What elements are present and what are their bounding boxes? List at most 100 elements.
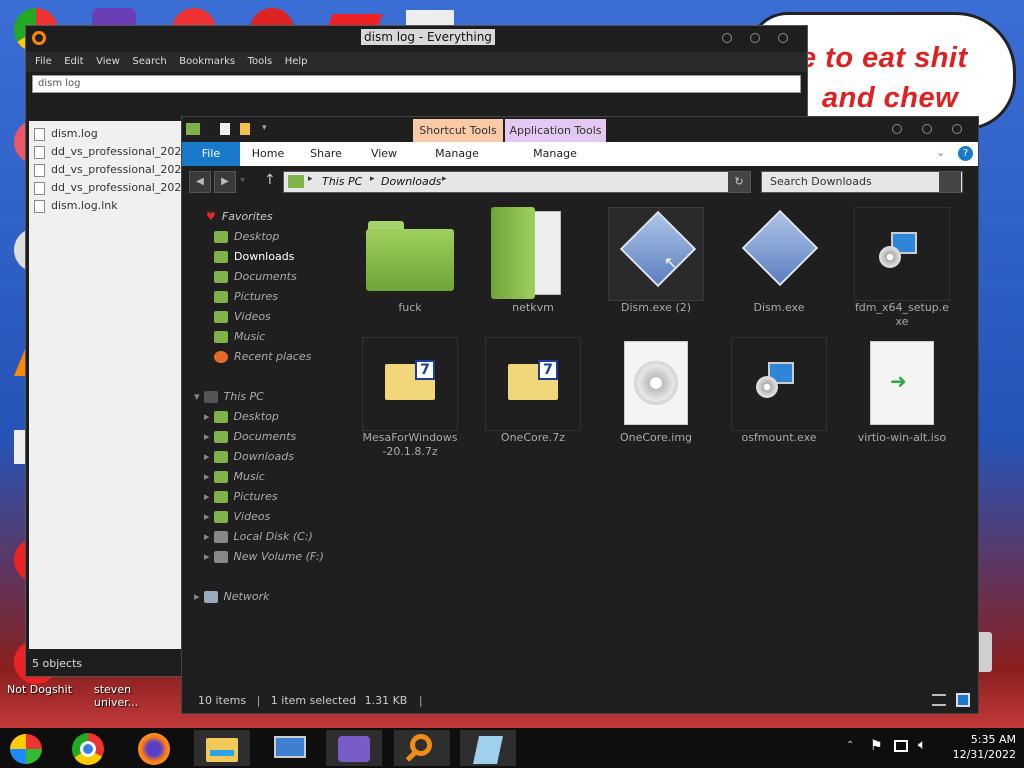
status-selected-size: 1.31 KB [364, 694, 408, 707]
list-item[interactable]: dism.log [29, 125, 181, 143]
chevron-down-icon[interactable]: ▾ [262, 123, 267, 133]
nav-pc-new-volume[interactable]: ▸ New Volume (F:) [204, 547, 324, 567]
file-item-app[interactable]: Dism.exe [731, 207, 827, 315]
breadcrumb-this-pc[interactable]: This PC [322, 175, 362, 188]
tab-manage-shortcut[interactable]: Manage [422, 142, 492, 166]
menu-edit[interactable]: Edit [64, 52, 83, 72]
nav-fav-recent[interactable]: Recent places [214, 347, 311, 367]
file-item-selected[interactable]: ↖ Dism.exe (2) [608, 207, 704, 315]
list-item[interactable]: dd_vs_professional_202 [29, 143, 181, 161]
title-bar[interactable]: ▾ Shortcut Tools Application Tools [182, 117, 978, 143]
nav-network[interactable]: ▸ Network [194, 587, 269, 607]
status-selected-count: 1 item selected [270, 694, 357, 707]
recent-locations-icon[interactable]: ▾ [240, 175, 245, 186]
back-button[interactable]: ◀ [189, 171, 211, 193]
tab-file[interactable]: File [182, 142, 240, 166]
search-input[interactable]: dism log [32, 75, 801, 93]
file-item-iso[interactable]: ➜ virtio-win-alt.iso [854, 337, 950, 445]
tab-home[interactable]: Home [246, 142, 290, 166]
breadcrumb-downloads[interactable]: Downloads [381, 175, 441, 188]
nav-favorites[interactable]: ♥ Favorites [206, 207, 273, 227]
file-item-archive[interactable]: 7 MesaForWindows-20.1.8.7z [362, 337, 458, 459]
everything-search-icon[interactable] [394, 730, 450, 766]
chrome-icon[interactable] [60, 730, 116, 766]
volume-icon[interactable]: 🔈︎ [918, 737, 926, 753]
nav-this-pc[interactable]: ▾ This PC [194, 387, 264, 407]
nav-label: Videos [233, 510, 271, 523]
address-bar[interactable]: ▸ This PC ▸ Downloads ▸ ↻ [283, 171, 751, 193]
nav-pc-downloads[interactable]: ▸ Downloads [204, 447, 294, 467]
notepad-icon[interactable] [460, 730, 516, 766]
nav-pc-videos[interactable]: ▸ Videos [204, 507, 270, 527]
desktop-icon-label[interactable]: Not Dogshit [7, 683, 72, 696]
file-item-folder[interactable]: netkvm [485, 207, 581, 315]
start-button[interactable] [0, 730, 56, 766]
menu-search[interactable]: Search [132, 52, 166, 72]
refresh-icon[interactable]: ↻ [728, 172, 750, 192]
nav-pc-desktop[interactable]: ▸ Desktop [204, 407, 279, 427]
nav-fav-pictures[interactable]: Pictures [214, 287, 278, 307]
properties-icon[interactable] [220, 123, 230, 135]
tab-manage-application[interactable]: Manage [518, 142, 592, 166]
list-item[interactable]: dd_vs_professional_202 [29, 179, 181, 197]
minimize-button[interactable] [722, 33, 732, 43]
clock[interactable]: 5:35 AM 12/31/2022 [953, 732, 1016, 762]
menu-bookmarks[interactable]: Bookmarks [179, 52, 235, 72]
nav-fav-desktop[interactable]: Desktop [214, 227, 279, 247]
file-item-disc-image[interactable]: OneCore.img [608, 337, 704, 445]
nav-pc-music[interactable]: ▸ Music [204, 467, 265, 487]
menu-file[interactable]: File [35, 52, 52, 72]
expand-ribbon-icon[interactable]: ⌄ [936, 146, 945, 159]
tab-shortcut-tools[interactable]: Shortcut Tools [413, 119, 503, 143]
nav-pc-local-disk[interactable]: ▸ Local Disk (C:) [204, 527, 313, 547]
forward-button[interactable]: ▶ [214, 171, 236, 193]
network-icon[interactable] [326, 730, 382, 766]
details-view-icon[interactable] [932, 694, 946, 706]
nav-pc-pictures[interactable]: ▸ Pictures [204, 487, 278, 507]
up-arrow-icon[interactable]: ↑ [264, 172, 276, 188]
show-hidden-icons-icon[interactable]: ⌃ [846, 740, 854, 751]
list-item[interactable]: dism.log.lnk [29, 197, 181, 215]
large-icons-view-icon[interactable] [956, 693, 970, 707]
tab-application-tools[interactable]: Application Tools [505, 119, 606, 143]
close-button[interactable] [778, 33, 788, 43]
file-item-archive[interactable]: 7 OneCore.7z [485, 337, 581, 445]
nav-label: Pictures [233, 490, 278, 503]
list-item[interactable]: dd_vs_professional_202 [29, 161, 181, 179]
file-item-installer[interactable]: fdm_x64_setup.exe [854, 207, 950, 329]
chevron-right-icon: ▸ [194, 590, 200, 603]
help-icon[interactable]: ? [958, 146, 973, 161]
search-input[interactable]: Search Downloads [761, 171, 963, 193]
nav-fav-music[interactable]: Music [214, 327, 265, 347]
folder-icon [362, 207, 458, 301]
maximize-button[interactable] [750, 33, 760, 43]
tab-view[interactable]: View [362, 142, 406, 166]
installer-icon [854, 207, 950, 301]
nav-fav-documents[interactable]: Documents [214, 267, 297, 287]
desktop-icon-label[interactable]: steven univer... [94, 683, 142, 709]
flag-icon[interactable]: ⚑ [870, 738, 883, 754]
title-bar[interactable]: dism log - Everything [26, 26, 807, 52]
nav-pc-documents[interactable]: ▸ Documents [204, 427, 296, 447]
nav-fav-downloads[interactable]: Downloads [214, 247, 294, 267]
file-item-installer[interactable]: osfmount.exe [731, 337, 827, 445]
network-status-icon[interactable] [894, 740, 908, 752]
iso-icon: ➜ [854, 337, 950, 431]
menu-tools[interactable]: Tools [248, 52, 273, 72]
folder-icon [186, 123, 200, 135]
close-button[interactable] [952, 124, 962, 134]
tab-share[interactable]: Share [304, 142, 348, 166]
status-separator: | [256, 694, 261, 707]
menu-help[interactable]: Help [285, 52, 308, 72]
new-folder-icon[interactable] [240, 123, 250, 135]
computer-icon[interactable] [262, 730, 318, 766]
maximize-button[interactable] [922, 124, 932, 134]
nav-fav-videos[interactable]: Videos [214, 307, 271, 327]
menu-view[interactable]: View [96, 52, 120, 72]
file-icon [34, 182, 45, 195]
firefox-icon[interactable] [126, 730, 182, 766]
file-explorer-icon[interactable] [194, 730, 250, 766]
search-icon[interactable] [939, 172, 961, 192]
minimize-button[interactable] [892, 124, 902, 134]
file-item-folder[interactable]: fuck [362, 207, 458, 315]
